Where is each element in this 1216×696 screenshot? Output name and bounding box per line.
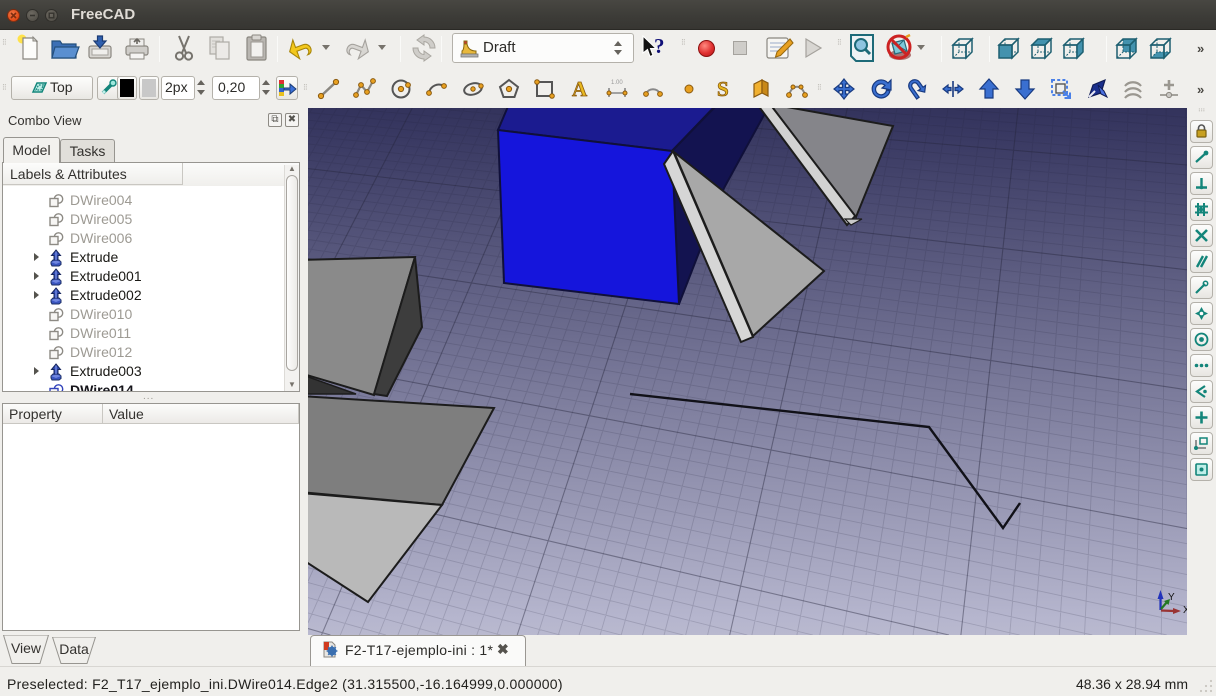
svg-text:S: S — [717, 77, 729, 101]
svg-text:?: ? — [654, 34, 665, 58]
svg-text:A: A — [572, 77, 588, 101]
svg-text:1.00: 1.00 — [611, 80, 623, 86]
svg-text:Y: Y — [1168, 592, 1175, 603]
